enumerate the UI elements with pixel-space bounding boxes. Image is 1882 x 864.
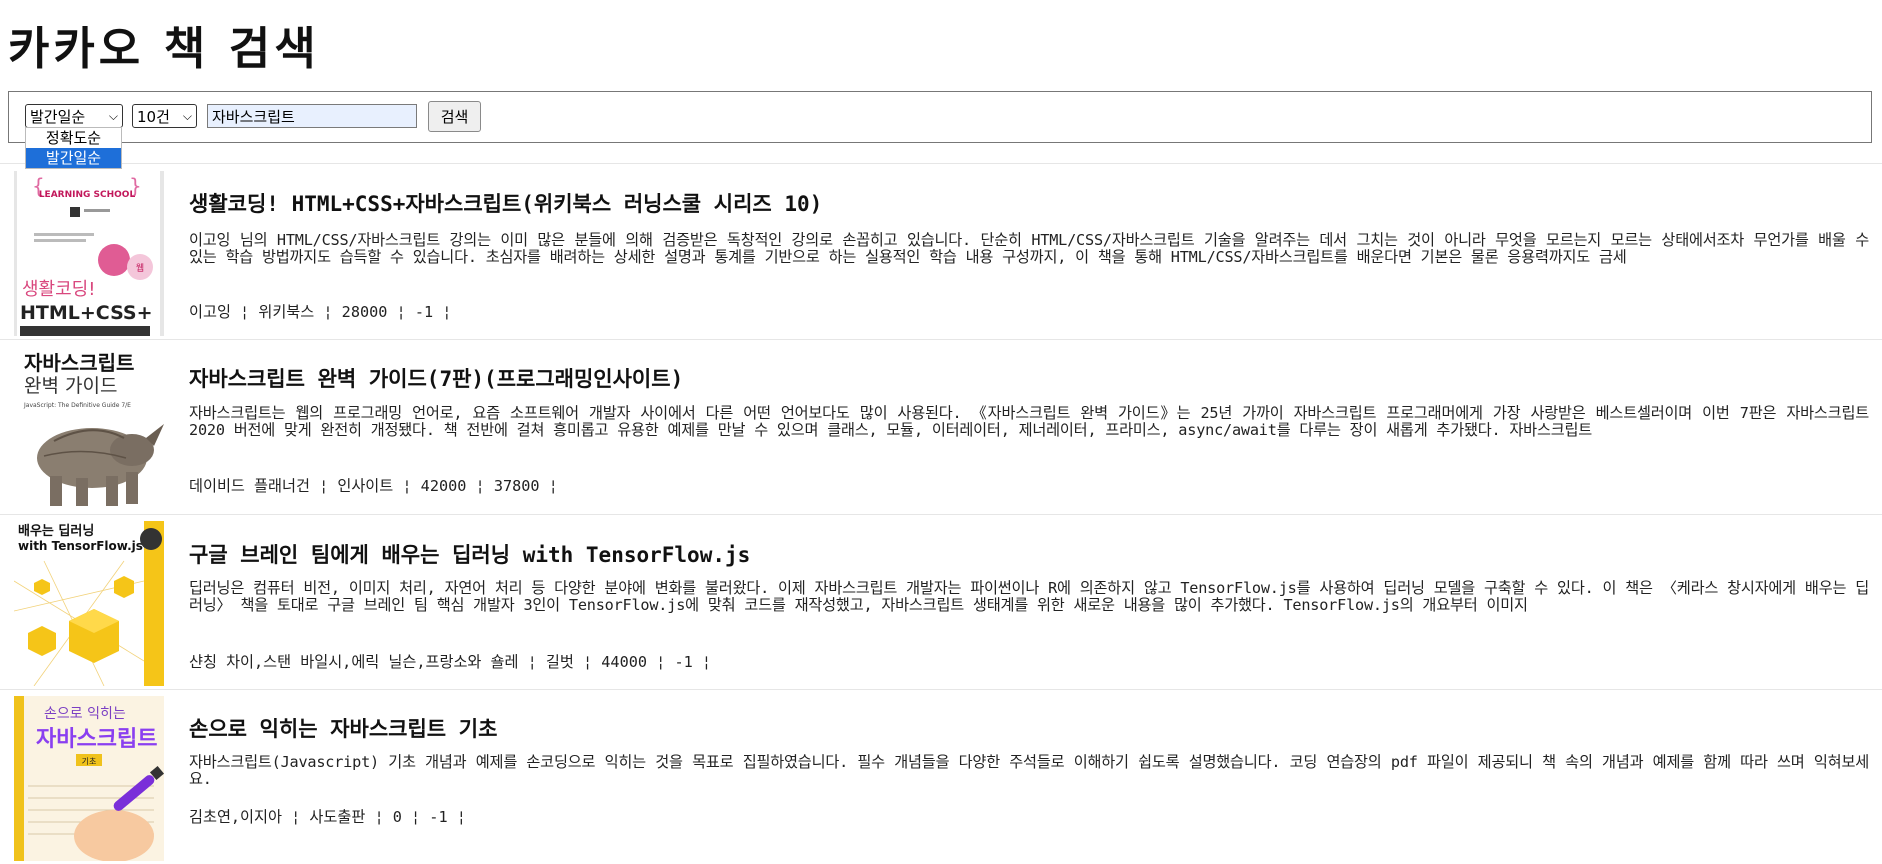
book-title[interactable]: 생활코딩! HTML+CSS+자바스크립트(위키북스 러닝스쿨 시리즈 10) xyxy=(189,188,822,218)
book-description: 자바스크립트(Javascript) 기초 개념과 예제를 손코딩으로 익히는 … xyxy=(189,753,1869,788)
sort-select[interactable]: 발간일순 ⌵ xyxy=(25,104,123,128)
cover-title-line1: 배우는 딥러닝 xyxy=(18,523,94,539)
page-title: 카카오 책 검색 xyxy=(8,22,320,75)
book-item[interactable]: 손으로 익히는 자바스크립트 기초 손으로 익히는 자바스크립트 기초 자바스크… xyxy=(0,690,1882,864)
cover-title-line1: 손으로 익히는 xyxy=(44,706,126,722)
sort-select-value: 발간일순 xyxy=(30,107,86,126)
book-description: 자바스크립트는 웹의 프로그래밍 언어로, 요즘 소프트웨어 개발자 사이에서 … xyxy=(189,404,1869,439)
search-button[interactable]: 검색 xyxy=(428,101,481,132)
size-select-value: 10건 xyxy=(137,107,170,126)
book-item[interactable]: 자바스크립트 완벽 가이드 JavaScript: The Definitive… xyxy=(0,340,1882,514)
book-cover-image[interactable]: 손으로 익히는 자바스크립트 기초 xyxy=(14,696,164,861)
book-meta: 김초연,이지아 ¦ 사도출판 ¦ 0 ¦ -1 ¦ xyxy=(189,808,466,826)
book-meta: 샨칭 차이,스탠 바일시,에릭 닐슨,프랑소와 숄레 ¦ 길벗 ¦ 44000 … xyxy=(189,653,712,671)
book-meta: 이고잉 ¦ 위키북스 ¦ 28000 ¦ -1 ¦ xyxy=(189,303,452,321)
cover-subtitle: JavaScript: The Definitive Guide 7/E xyxy=(23,402,131,409)
book-title[interactable]: 손으로 익히는 자바스크립트 기초 xyxy=(189,713,497,743)
book-cover-image[interactable]: 배우는 딥러닝 with TensorFlow.js xyxy=(14,521,164,686)
search-input[interactable]: 자바스크립트 xyxy=(207,104,417,128)
book-item[interactable]: { } LEARNING SCHOOL 웹 생활코딩! HTML+CSS+ 생활… xyxy=(0,165,1882,339)
sort-option-date[interactable]: 발간일순 xyxy=(26,148,121,168)
cover-title-line2: 자바스크립트 xyxy=(36,727,157,752)
cover-brand: 생활코딩! xyxy=(22,279,95,300)
sort-option-accuracy[interactable]: 정확도순 xyxy=(26,128,121,148)
svg-text:웹: 웹 xyxy=(136,263,144,274)
book-meta: 데이비드 플래너건 ¦ 인사이트 ¦ 42000 ¦ 37800 ¦ xyxy=(189,477,558,495)
chevron-down-icon: ⌵ xyxy=(182,108,192,123)
sort-dropdown-list: 정확도순 발간일순 xyxy=(25,127,122,169)
cover-tag: 기초 xyxy=(82,757,97,766)
cover-title-line2: 완벽 가이드 xyxy=(24,375,117,397)
cover-big-title: HTML+CSS+ xyxy=(20,302,153,324)
cover-title-line1: 자바스크립트 xyxy=(24,351,134,375)
search-form: 발간일순 ⌵ 10건 ⌵ 자바스크립트 검색 xyxy=(8,91,1872,143)
size-select[interactable]: 10건 ⌵ xyxy=(132,104,197,128)
book-title[interactable]: 구글 브레인 팀에게 배우는 딥러닝 with TensorFlow.js xyxy=(189,539,750,569)
cover-series: LEARNING SCHOOL xyxy=(39,190,136,200)
book-cover-image[interactable]: 자바스크립트 완벽 가이드 JavaScript: The Definitive… xyxy=(14,346,164,511)
chevron-down-icon: ⌵ xyxy=(108,108,118,123)
book-cover-image[interactable]: { } LEARNING SCHOOL 웹 생활코딩! HTML+CSS+ xyxy=(14,171,164,336)
divider xyxy=(0,163,1882,164)
book-description: 이고잉 님의 HTML/CSS/자바스크립트 강의는 이미 많은 분들에 의해 … xyxy=(189,231,1869,266)
book-description: 딥러닝은 컴퓨터 비전, 이미지 처리, 자연어 처리 등 다양한 분야에 변화… xyxy=(189,579,1869,614)
book-item[interactable]: 배우는 딥러닝 with TensorFlow.js 구글 브레인 팀에게 배우… xyxy=(0,515,1882,689)
book-title[interactable]: 자바스크립트 완벽 가이드(7판)(프로그래밍인사이트) xyxy=(189,363,683,393)
cover-title-line2: with TensorFlow.js xyxy=(18,539,143,553)
